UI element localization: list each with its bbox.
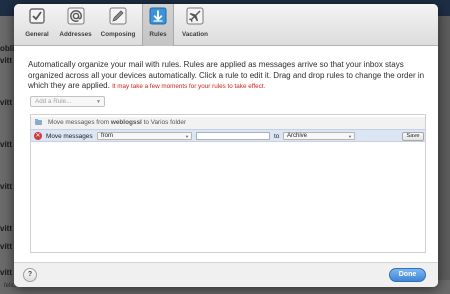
tab-vacation[interactable]: Vacation <box>178 7 212 44</box>
background-word: obli <box>0 44 15 53</box>
airplane-icon <box>186 7 204 25</box>
background-word: vitt <box>0 182 12 191</box>
folder-icon <box>35 119 42 125</box>
save-rule-button[interactable]: Save <box>402 132 424 141</box>
chevron-down-icon: ▼ <box>348 134 352 139</box>
help-button[interactable]: ? <box>23 268 37 282</box>
tab-addresses[interactable]: Addresses <box>57 7 94 44</box>
rule-folder: Varios <box>150 119 169 126</box>
preferences-dialog: General Addresses Composing Rules Vacati… <box>14 4 438 287</box>
done-button[interactable]: Done <box>389 268 426 282</box>
chevron-down-icon: ▼ <box>96 99 101 105</box>
rule-summary: Move messages from weblogssl to Varios f… <box>48 119 186 126</box>
background-word: vitt <box>0 268 12 277</box>
background-word: vitt <box>0 140 12 149</box>
at-sign-icon <box>67 7 84 25</box>
condition-value: from <box>101 133 113 139</box>
tab-label: Rules <box>149 31 167 38</box>
rules-description: Automatically organize your mail with ru… <box>28 60 432 93</box>
rule-action-label: Move messages <box>46 133 93 140</box>
rule-suffix: folder <box>170 119 187 126</box>
tab-general[interactable]: General <box>21 7 53 44</box>
tab-label: Addresses <box>59 31 92 38</box>
add-rule-dropdown[interactable]: Add a Rule... ▼ <box>30 96 105 107</box>
tab-composing[interactable]: Composing <box>98 7 138 44</box>
rules-list: Move messages from weblogssl to Varios f… <box>30 114 426 253</box>
background-word: vitt <box>0 242 12 251</box>
delete-rule-button[interactable]: ✕ <box>34 132 42 140</box>
background-word: vitt <box>0 56 12 65</box>
rules-delay-note: It may take a few moments for your rules… <box>112 83 266 91</box>
rule-editor-row: ✕ Move messages from ▼ to Archive ▼ Save <box>31 129 425 142</box>
rule-sender: weblogssl <box>110 119 142 126</box>
preferences-toolbar: General Addresses Composing Rules Vacati… <box>14 4 438 46</box>
rule-prefix: Move messages from <box>48 119 110 126</box>
checkbox-icon <box>29 8 45 24</box>
tab-label: Vacation <box>182 31 208 38</box>
background-word: vitt <box>0 98 12 107</box>
tab-rules[interactable]: Rules <box>142 4 174 46</box>
target-folder-select[interactable]: Archive ▼ <box>283 132 355 140</box>
rules-panel: Automatically organize your mail with ru… <box>14 46 438 287</box>
rule-mid: to <box>143 119 149 126</box>
chevron-down-icon: ▼ <box>185 134 189 139</box>
add-rule-placeholder: Add a Rule... <box>35 98 72 105</box>
pencil-icon <box>109 7 127 25</box>
rule-to-label: to <box>274 133 280 140</box>
target-folder-value: Archive <box>287 133 308 139</box>
background-word: vitt <box>0 224 12 233</box>
arrow-down-icon <box>149 7 167 25</box>
rule-item[interactable]: Move messages from weblogssl to Varios f… <box>31 117 425 129</box>
condition-select[interactable]: from ▼ <box>97 132 192 140</box>
tab-label: General <box>25 31 49 38</box>
condition-text-input[interactable] <box>196 132 270 140</box>
dialog-footer: ? Done <box>14 262 438 287</box>
tab-label: Composing <box>100 31 136 38</box>
